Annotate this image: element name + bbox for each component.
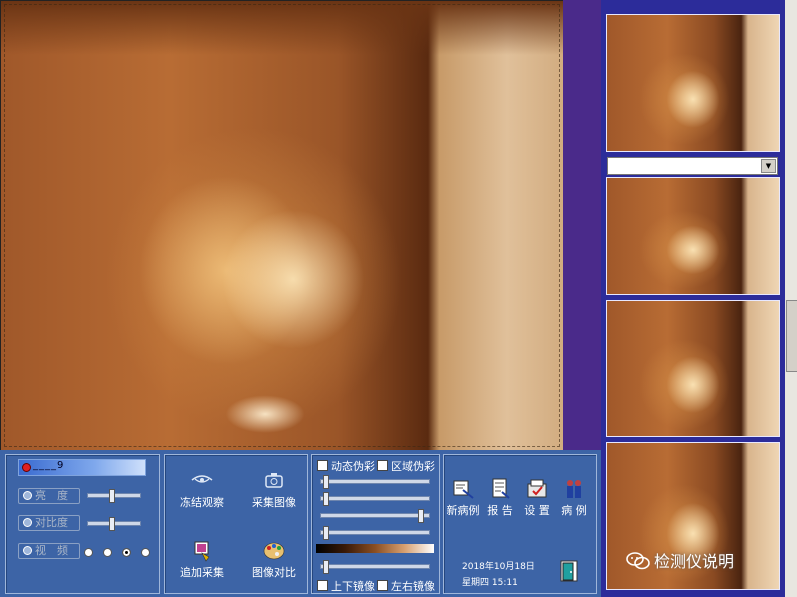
compare-label: 图像对比 [252, 566, 296, 579]
counter-value: ____9 [33, 460, 65, 471]
radio-icon [23, 491, 32, 500]
thumbnail-2[interactable] [606, 177, 780, 295]
frame-counter: ____9 [18, 459, 146, 476]
dynamic-pseudo-label: 动态伪彩 [331, 460, 375, 473]
color-slider-4-knob[interactable] [323, 526, 329, 540]
contrast-slider-knob[interactable] [109, 517, 115, 531]
new-case-label: 新病例 [446, 504, 480, 517]
radio-icon [23, 518, 32, 527]
people-icon [567, 480, 581, 498]
settings-icon [527, 479, 547, 498]
color-slider-4[interactable] [320, 526, 430, 540]
main-video-view[interactable] [0, 0, 564, 451]
video-radio-3[interactable] [122, 548, 131, 557]
video-source-radios[interactable] [84, 547, 160, 560]
chevron-down-icon[interactable]: ▼ [761, 159, 776, 173]
checkbox-icon [377, 460, 388, 471]
contrast-option[interactable]: 对比度 [18, 515, 80, 531]
cases-button[interactable]: 病 例 [556, 478, 592, 518]
video-radio-2[interactable] [103, 548, 112, 557]
camera-icon [265, 473, 283, 488]
color-slider-1-knob[interactable] [323, 475, 329, 489]
color-slider-5-knob[interactable] [323, 560, 329, 574]
flip-vertical-label: 上下镜像 [331, 580, 375, 593]
scrollbar[interactable] [785, 0, 797, 597]
wechat-icon [626, 552, 650, 570]
record-indicator-icon [22, 463, 31, 472]
color-group [311, 454, 440, 594]
flip-horizontal-label: 左右镜像 [391, 580, 435, 593]
color-slider-5[interactable] [320, 560, 430, 574]
thumbnail-select[interactable]: ▼ [607, 157, 778, 175]
freeze-button[interactable]: 冻结观察 [172, 470, 232, 510]
color-slider-3-knob[interactable] [418, 509, 424, 523]
brightness-option[interactable]: 亮 度 [18, 488, 80, 504]
brightness-slider-knob[interactable] [109, 489, 115, 503]
watermark: 检测仪说明 [626, 548, 734, 572]
new-case-button[interactable]: 新病例 [444, 478, 482, 518]
capture-label: 采集图像 [252, 496, 296, 509]
flip-vertical-checkbox[interactable]: 上下镜像 [317, 578, 375, 594]
freeze-label: 冻结观察 [180, 496, 224, 509]
video-option[interactable]: 视 频 [18, 543, 80, 559]
region-pseudo-label: 区域伪彩 [391, 460, 435, 473]
color-gradient-bar [316, 544, 434, 553]
contrast-slider[interactable] [87, 517, 141, 531]
settings-label: 设 置 [524, 504, 550, 517]
brightness-slider[interactable] [87, 489, 141, 503]
color-slider-2-knob[interactable] [323, 492, 329, 506]
report-label: 报 告 [487, 504, 513, 517]
video-radio-1[interactable] [84, 548, 93, 557]
settings-button[interactable]: 设 置 [519, 478, 555, 518]
video-label: 视 频 [35, 544, 68, 557]
cases-label: 病 例 [561, 504, 587, 517]
color-slider-1[interactable] [320, 475, 430, 489]
append-capture-label: 追加采集 [180, 566, 224, 579]
picture-hand-icon [194, 541, 210, 562]
video-radio-4[interactable] [141, 548, 150, 557]
flip-horizontal-checkbox[interactable]: 左右镜像 [377, 578, 435, 594]
compare-button[interactable]: 图像对比 [244, 540, 304, 580]
thumbnail-panel: ▼ [601, 0, 785, 597]
date-text: 2018年10月18日 [462, 562, 535, 572]
view-border [4, 4, 560, 447]
capture-button[interactable]: 采集图像 [244, 470, 304, 510]
image-shading [1, 1, 563, 55]
radio-icon [23, 546, 32, 555]
report-icon [492, 478, 510, 499]
report-button[interactable]: 报 告 [482, 478, 518, 518]
watermark-text: 检测仪说明 [654, 552, 735, 571]
weekday-time-text: 星期四 15:11 [462, 578, 518, 588]
scrollbar-thumb[interactable] [786, 300, 797, 372]
brightness-label: 亮 度 [35, 489, 68, 502]
color-slider-3[interactable] [320, 509, 430, 523]
checkbox-icon [377, 580, 388, 591]
checkbox-icon [317, 580, 328, 591]
thumbnail-1[interactable] [606, 14, 780, 152]
dynamic-pseudo-checkbox[interactable]: 动态伪彩 [317, 458, 375, 474]
exit-door-icon [560, 560, 578, 582]
thumbnail-3[interactable] [606, 300, 780, 437]
contrast-label: 对比度 [35, 516, 68, 529]
exit-button[interactable] [556, 559, 584, 586]
palette-icon [263, 542, 285, 560]
color-slider-2[interactable] [320, 492, 430, 506]
eye-icon [191, 475, 213, 483]
checkbox-icon [317, 460, 328, 471]
new-case-icon [453, 480, 474, 499]
append-capture-button[interactable]: 追加采集 [172, 540, 232, 580]
region-pseudo-checkbox[interactable]: 区域伪彩 [377, 458, 435, 474]
